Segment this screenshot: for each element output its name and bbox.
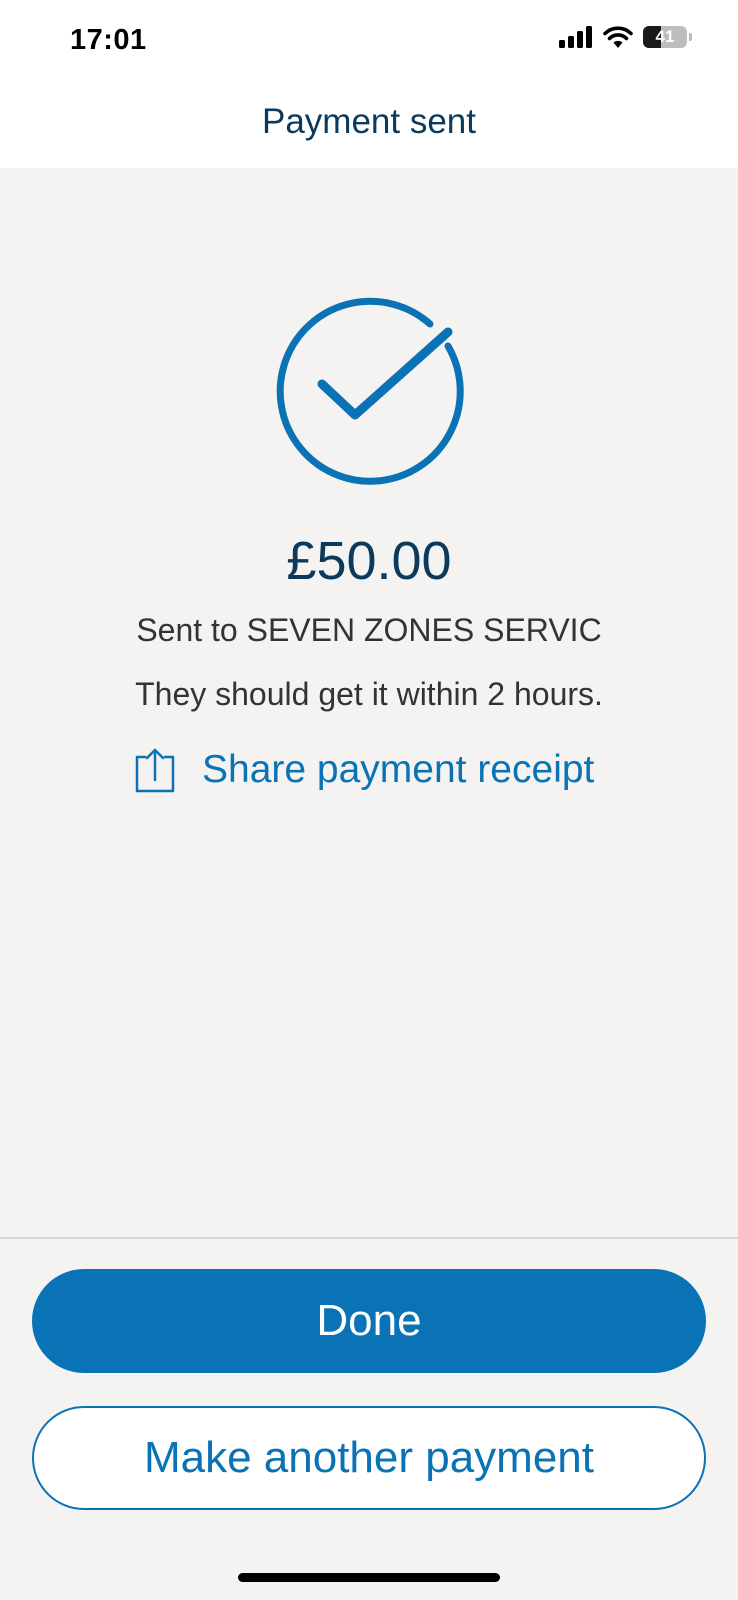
- battery-icon: 41: [643, 26, 687, 48]
- status-icons: 41: [559, 26, 692, 48]
- share-icon: [135, 748, 175, 793]
- footer-divider: [0, 1237, 738, 1239]
- recipient-line: Sent to SEVEN ZONES SERVIC: [136, 612, 602, 648]
- battery-indicator: 41: [643, 26, 692, 48]
- page-title: Payment sent: [262, 102, 476, 141]
- signal-icon: [559, 26, 592, 48]
- done-button[interactable]: Done: [32, 1269, 706, 1373]
- home-indicator: [238, 1573, 500, 1582]
- battery-level: 41: [655, 27, 675, 46]
- confirmation-content: £50.00 Sent to SEVEN ZONES SERVIC They s…: [0, 168, 738, 1238]
- battery-cap: [689, 33, 692, 41]
- status-bar: 17:01 41: [0, 0, 738, 86]
- timing-line: They should get it within 2 hours.: [135, 676, 603, 712]
- make-another-payment-button[interactable]: Make another payment: [32, 1406, 706, 1510]
- share-receipt-link[interactable]: Share payment receipt: [132, 742, 594, 798]
- payment-sent-screen: 17:01 41 Payment sent £50.00 Sent to SEV…: [0, 0, 738, 1600]
- checkmark-circle-icon: [276, 297, 464, 485]
- payment-amount: £50.00: [286, 531, 452, 591]
- nav-header: Payment sent: [0, 86, 738, 168]
- wifi-icon: [603, 26, 633, 48]
- status-time: 17:01: [70, 24, 147, 56]
- share-receipt-label: Share payment receipt: [202, 748, 595, 791]
